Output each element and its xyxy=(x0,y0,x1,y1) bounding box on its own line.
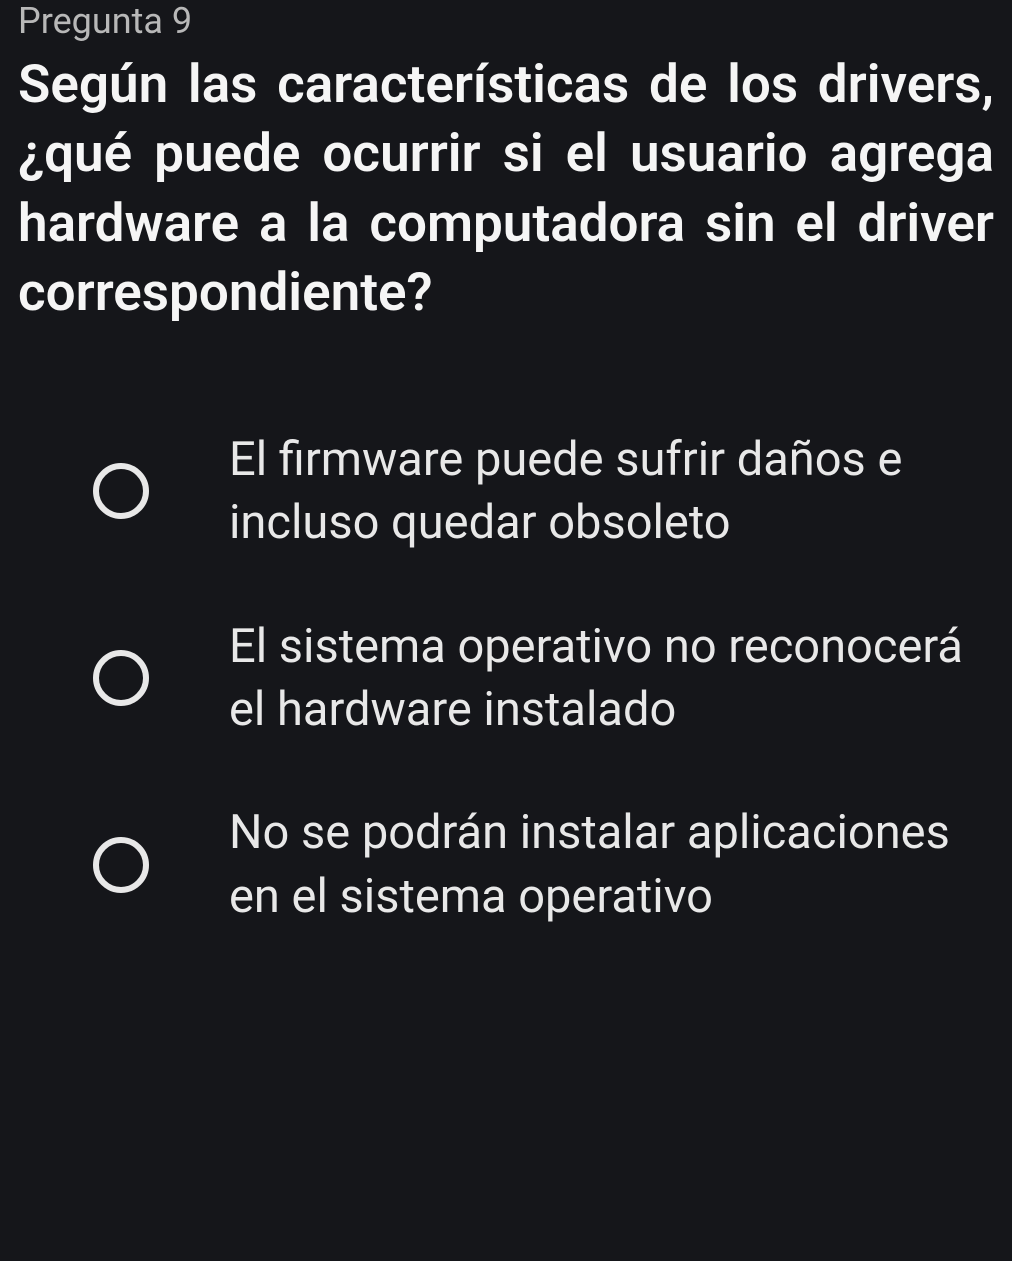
radio-icon xyxy=(93,463,149,519)
question-number: Pregunta 9 xyxy=(18,0,994,42)
radio-icon xyxy=(93,837,149,893)
option-label: No se podrán instalar aplicaciones en el… xyxy=(229,801,964,928)
option-3[interactable]: No se podrán instalar aplicaciones en el… xyxy=(93,801,964,928)
question-text: Según las características de los drivers… xyxy=(18,50,994,328)
radio-icon xyxy=(93,650,149,706)
option-1[interactable]: El firmware puede sufrir daños e incluso… xyxy=(93,428,964,555)
option-2[interactable]: El sistema operativo no reconocerá el ha… xyxy=(93,615,964,742)
option-label: El sistema operativo no reconocerá el ha… xyxy=(229,615,964,742)
options-list: El firmware puede sufrir daños e incluso… xyxy=(18,428,994,929)
option-label: El firmware puede sufrir daños e incluso… xyxy=(229,428,964,555)
